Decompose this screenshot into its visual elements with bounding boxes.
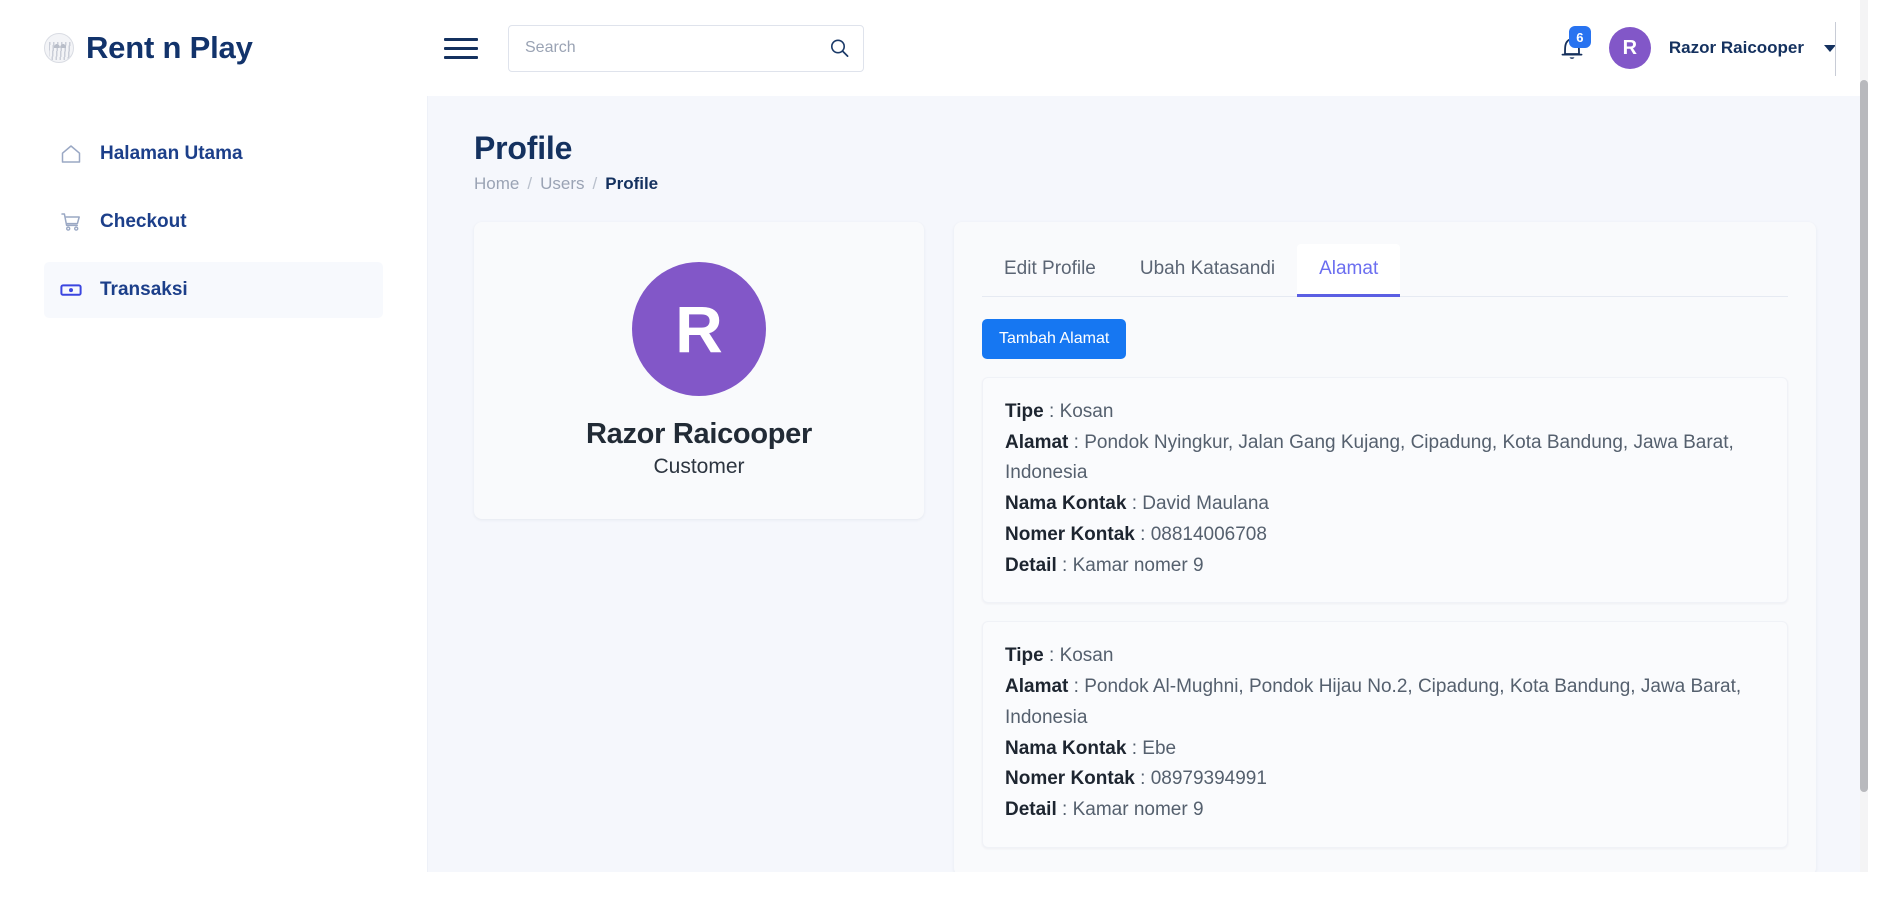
address-card: Tipe : Kosan Alamat : Pondok Nyingkur, J… [982,377,1788,604]
field-label: Tipe [1005,645,1044,666]
circular-emblem-icon [44,33,74,63]
address-card: Tipe : Kosan Alamat : Pondok Al-Mughni, … [982,621,1788,848]
hamburger-bar [444,56,478,59]
sidebar-item-transaksi[interactable]: Transaksi [44,262,383,318]
top-navigation-bar: Rent n Play 6 [0,0,1862,96]
field-separator: : [1044,645,1060,666]
breadcrumb-separator: / [593,174,598,194]
field-label: Tipe [1005,401,1044,422]
topbar-divider [1835,22,1836,76]
breadcrumb-item-profile: Profile [605,174,658,194]
field-separator: : [1068,432,1084,453]
address-field-detail: Detail : Kamar nomer 9 [1005,795,1765,826]
address-field-detail: Detail : Kamar nomer 9 [1005,551,1765,582]
main-content: Profile Home / Users / Profile R Razor R… [428,96,1862,872]
profile-avatar: R [632,262,766,396]
address-field-tipe: Tipe : Kosan [1005,397,1765,428]
field-label: Nomer Kontak [1005,524,1135,545]
field-label: Alamat [1005,432,1068,453]
breadcrumb: Home / Users / Profile [474,174,1816,194]
hamburger-bar [444,38,478,41]
banknote-icon [58,277,84,303]
tab-ubah-katasandi[interactable]: Ubah Katasandi [1118,244,1297,297]
field-separator: : [1126,493,1142,514]
brand-logo-area[interactable]: Rent n Play [0,0,428,96]
page-title: Profile [474,130,1816,167]
field-label: Nomer Kontak [1005,768,1135,789]
content-row: R Razor Raicooper Customer Edit Profile … [474,222,1816,872]
tab-edit-profile[interactable]: Edit Profile [982,244,1118,297]
sidebar-item-halaman-utama[interactable]: Halaman Utama [44,126,383,182]
field-value: 08979394991 [1151,768,1267,789]
address-field-nomer-kontak: Nomer Kontak : 08814006708 [1005,520,1765,551]
address-field-nama-kontak: Nama Kontak : David Maulana [1005,489,1765,520]
shopping-cart-icon [58,209,84,235]
profile-details-card: Edit Profile Ubah Katasandi Alamat Tamba… [954,222,1816,872]
field-label: Nama Kontak [1005,738,1126,759]
page-bottom-gutter [0,872,1888,903]
field-separator: : [1057,555,1073,576]
field-value: Kamar nomer 9 [1073,799,1204,820]
field-separator: : [1135,524,1151,545]
sidebar-item-label: Transaksi [100,279,188,301]
field-label: Nama Kontak [1005,493,1126,514]
address-field-nomer-kontak: Nomer Kontak : 08979394991 [1005,764,1765,795]
field-label: Detail [1005,555,1057,576]
profile-role: Customer [653,455,744,479]
field-value: 08814006708 [1151,524,1267,545]
user-menu-label[interactable]: Razor Raicooper [1669,38,1804,58]
field-value: Kosan [1060,645,1114,666]
field-separator: : [1057,799,1073,820]
breadcrumb-separator: / [527,174,532,194]
hamburger-icon[interactable] [444,33,478,63]
app-root: Rent n Play 6 [0,0,1888,903]
topbar-right-cluster: 6 R Razor Raicooper [1557,0,1862,96]
notifications-button[interactable]: 6 [1557,30,1591,66]
field-label: Alamat [1005,676,1068,697]
sidebar-item-checkout[interactable]: Checkout [44,194,383,250]
profile-name: Razor Raicooper [586,418,812,451]
sidebar-item-label: Checkout [100,211,187,233]
home-icon [58,141,84,167]
field-separator: : [1126,738,1142,759]
address-field-tipe: Tipe : Kosan [1005,641,1765,672]
field-separator: : [1068,676,1084,697]
sidebar: Halaman Utama Checkout Transaksi [0,96,428,872]
field-label: Detail [1005,799,1057,820]
breadcrumb-item-users[interactable]: Users [540,174,584,194]
notification-badge: 6 [1569,26,1591,48]
breadcrumb-item-home[interactable]: Home [474,174,519,194]
address-field-nama-kontak: Nama Kontak : Ebe [1005,734,1765,765]
hamburger-bar [444,47,478,50]
avatar[interactable]: R [1609,27,1651,69]
field-value: Ebe [1142,738,1176,759]
tab-alamat[interactable]: Alamat [1297,244,1400,297]
search-input[interactable] [509,26,863,71]
field-value: Kosan [1060,401,1114,422]
address-field-alamat: Alamat : Pondok Nyingkur, Jalan Gang Kuj… [1005,428,1765,490]
page-scrollbar-thumb[interactable] [1860,80,1868,792]
tab-bar: Edit Profile Ubah Katasandi Alamat [982,244,1788,297]
brand-name: Rent n Play [86,30,253,66]
sidebar-item-label: Halaman Utama [100,143,243,165]
profile-summary-card: R Razor Raicooper Customer [474,222,924,519]
field-separator: : [1135,768,1151,789]
field-value: Kamar nomer 9 [1073,555,1204,576]
add-address-button[interactable]: Tambah Alamat [982,319,1126,359]
bell-icon [1557,51,1587,68]
field-separator: : [1044,401,1060,422]
address-field-alamat: Alamat : Pondok Al-Mughni, Pondok Hijau … [1005,672,1765,734]
field-value: Pondok Al-Mughni, Pondok Hijau No.2, Cip… [1005,676,1741,728]
search-box[interactable] [508,25,864,72]
field-value: David Maulana [1142,493,1269,514]
field-value: Pondok Nyingkur, Jalan Gang Kujang, Cipa… [1005,432,1734,484]
